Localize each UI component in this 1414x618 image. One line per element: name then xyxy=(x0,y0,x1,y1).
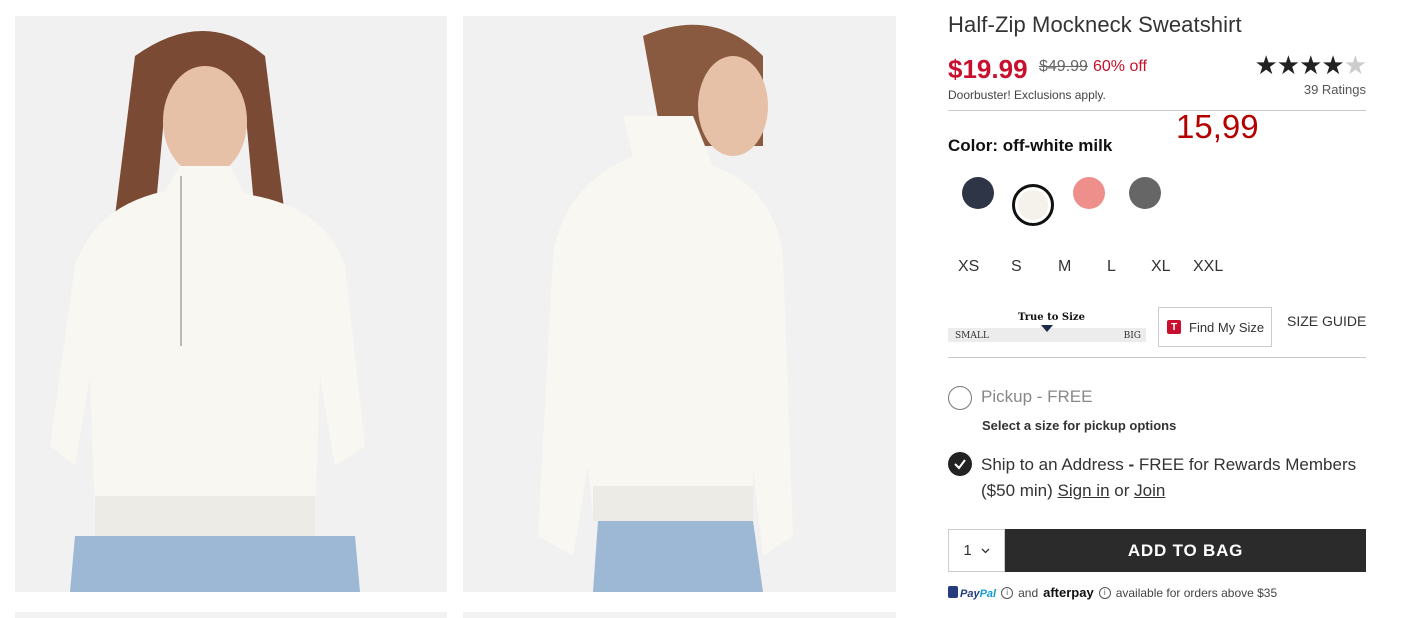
swatch-grey[interactable] xyxy=(1129,177,1161,209)
join-link[interactable]: Join xyxy=(1134,481,1165,500)
pickup-price: - FREE xyxy=(1036,387,1093,406)
fit-marker-icon xyxy=(1041,325,1053,332)
star-filled-icon: ★★★★ xyxy=(1254,50,1344,80)
pickup-radio[interactable] xyxy=(948,386,972,410)
paypal-logo: PayPal xyxy=(948,585,996,600)
fit-scale: True to Size SMALL BIG xyxy=(948,312,1146,342)
add-to-bag-button[interactable]: ADD TO BAG xyxy=(1005,529,1366,572)
info-icon[interactable]: i xyxy=(1098,586,1111,599)
ship-option[interactable]: Ship to an Address - FREE for Rewards Me… xyxy=(981,452,1361,504)
size-xs[interactable]: XS xyxy=(958,258,979,276)
product-image-back[interactable] xyxy=(463,16,896,592)
product-info-panel: Half-Zip Mockneck Sweatshirt $19.99 $49.… xyxy=(948,12,1367,155)
product-image-front[interactable] xyxy=(15,16,447,592)
pickup-option[interactable]: Pickup - FREE xyxy=(981,387,1093,407)
size-m[interactable]: M xyxy=(1058,258,1071,276)
afterpay-logo: afterpay xyxy=(1043,585,1094,600)
size-xxl[interactable]: XXL xyxy=(1193,258,1223,276)
divider xyxy=(948,110,1366,111)
ship-label: Ship to an Address xyxy=(981,455,1124,474)
size-s[interactable]: S xyxy=(1011,258,1022,276)
ship-dash: - xyxy=(1123,455,1139,474)
find-my-size-button[interactable]: T Find My Size xyxy=(1158,307,1272,347)
fit-small-label: SMALL xyxy=(955,331,989,341)
color-label: Color: off-white milk xyxy=(948,136,1113,155)
size-xl[interactable]: XL xyxy=(1151,258,1171,276)
divider xyxy=(948,357,1366,358)
product-image-4[interactable] xyxy=(463,612,896,618)
or-text: or xyxy=(1114,481,1130,500)
check-icon xyxy=(954,459,966,470)
swatch-off-white-selected[interactable] xyxy=(1012,184,1054,226)
find-my-size-label: Find My Size xyxy=(1189,319,1265,335)
size-guide-link[interactable]: SIZE GUIDE xyxy=(1287,313,1366,329)
price-row: $19.99 $49.99 60% off Doorbuster! Exclus… xyxy=(948,50,1367,102)
info-icon[interactable]: i xyxy=(1001,586,1014,599)
quantity-select[interactable]: 1 xyxy=(948,529,1005,572)
product-image-3[interactable] xyxy=(15,612,447,618)
and-text: and xyxy=(1018,585,1039,600)
swatch-pink[interactable] xyxy=(1073,177,1105,209)
sign-in-link[interactable]: Sign in xyxy=(1058,481,1110,500)
ratings-count[interactable]: 39 Ratings xyxy=(1304,82,1366,97)
star-empty-icon: ★ xyxy=(1343,50,1367,80)
product-title: Half-Zip Mockneck Sweatshirt xyxy=(948,12,1242,37)
pickup-label: Pickup xyxy=(981,387,1033,406)
paypal-icon xyxy=(948,586,958,598)
payment-note: available for orders above $35 xyxy=(1115,585,1278,600)
ship-radio-checked[interactable] xyxy=(948,452,972,476)
promo-note: Doorbuster! Exclusions apply. xyxy=(948,88,1106,102)
fit-label: True to Size xyxy=(1018,312,1085,323)
pickup-note: Select a size for pickup options xyxy=(982,418,1177,433)
rating-stars[interactable]: ★★★★★ xyxy=(1254,50,1367,80)
truefit-logo-icon: T xyxy=(1167,320,1181,334)
discount-label: 60% off xyxy=(1093,58,1147,75)
fit-big-label: BIG xyxy=(1123,331,1141,341)
sale-price: $19.99 xyxy=(948,54,1028,84)
payment-options: PayPal i and afterpay i available for or… xyxy=(948,585,1277,600)
quantity-value: 1 xyxy=(963,542,972,559)
swatch-navy[interactable] xyxy=(962,177,994,209)
size-l[interactable]: L xyxy=(1107,258,1116,276)
original-price: $49.99 xyxy=(1039,58,1088,75)
chevron-down-icon xyxy=(981,548,990,553)
price-annotation: 15,99 xyxy=(1176,108,1259,145)
